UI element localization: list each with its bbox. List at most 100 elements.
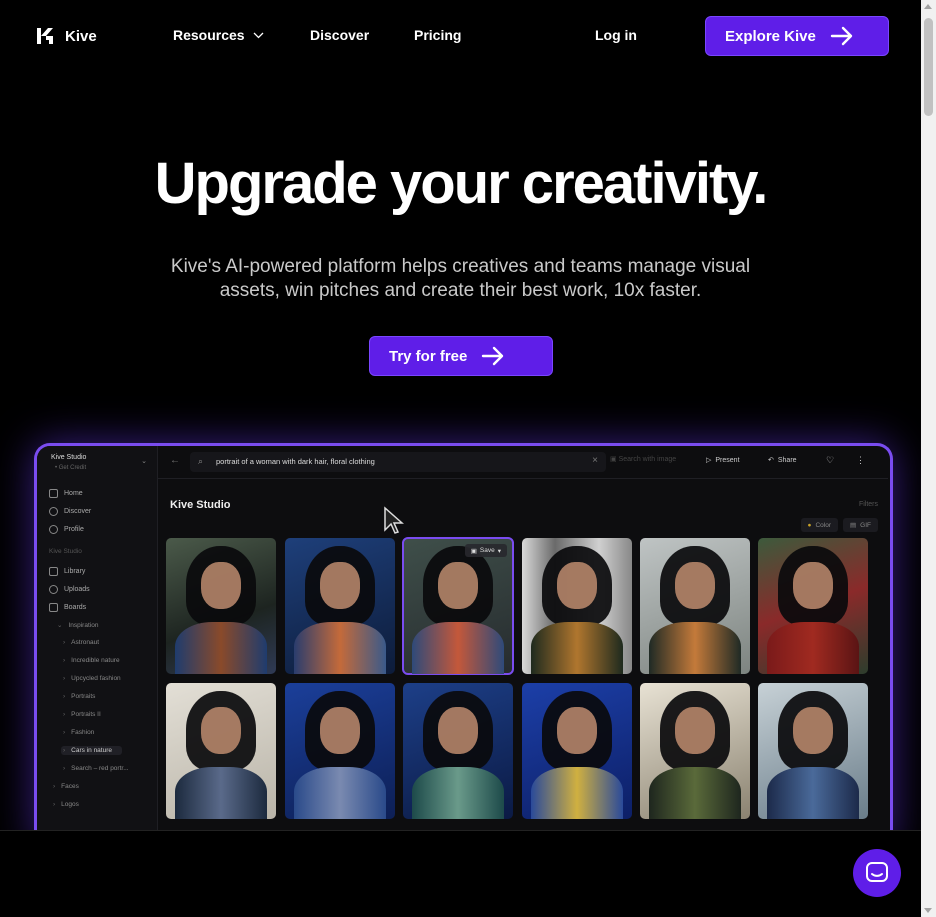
share-button[interactable]: ↶ Share (768, 456, 797, 465)
workspace-credit: • Get Credit (55, 465, 87, 471)
search-icon: ⌕ (198, 456, 204, 466)
explore-kive-button[interactable]: Explore Kive (705, 16, 889, 56)
image-card[interactable] (758, 683, 868, 819)
chevron-right-icon: › (63, 639, 66, 646)
sidebar-folder-inspiration[interactable]: ⌄ Inspiration (57, 621, 99, 630)
login-link[interactable]: Log in (595, 27, 637, 43)
image-card-selected[interactable]: ▣ Save ▾ (402, 537, 514, 675)
image-search-button[interactable]: ▣ Search with image (610, 455, 676, 463)
close-icon[interactable]: × (592, 455, 598, 466)
top-nav: Kive Resources Discover Pricing Log in E… (0, 0, 921, 72)
sidebar-board-item[interactable]: › Search – red portr... (63, 765, 129, 772)
search-input[interactable]: ⌕ portrait of a woman with dark hair, fl… (190, 452, 606, 472)
play-icon: ▷ (706, 457, 712, 464)
more-icon[interactable]: ⋮ (856, 455, 865, 466)
page-scrollbar[interactable] (921, 0, 936, 917)
image-card[interactable] (403, 683, 513, 819)
sidebar-item-label: Inspiration (68, 621, 99, 629)
sidebar-board-item[interactable]: › Fashion (63, 729, 94, 736)
mouse-cursor-icon (384, 506, 404, 534)
image-card[interactable] (640, 538, 750, 674)
nav-pricing[interactable]: Pricing (414, 27, 461, 43)
sidebar-board-item[interactable]: › Upcycled fashion (63, 675, 121, 682)
brand[interactable]: Kive (36, 27, 97, 45)
search-query: portrait of a woman with dark hair, flor… (216, 457, 375, 466)
sidebar-item-boards[interactable]: Boards (49, 603, 86, 612)
share-icon: ↶ (768, 457, 774, 464)
sidebar-item-label: Boards (64, 604, 87, 611)
filters-button[interactable]: Filters (859, 501, 878, 508)
color-filter-chip[interactable]: ● Color (800, 518, 838, 532)
explore-kive-label: Explore Kive (725, 27, 816, 45)
gif-filter-chip[interactable]: ▤ GIF (843, 518, 878, 532)
chevron-right-icon: › (63, 657, 66, 664)
image-card[interactable] (522, 538, 632, 674)
image-card[interactable] (522, 683, 632, 819)
image-search-label: Search with image (618, 456, 677, 463)
sidebar-item-label: Library (64, 568, 86, 575)
try-for-free-button[interactable]: Try for free (369, 336, 553, 376)
user-icon (49, 525, 58, 534)
chevron-down-icon (253, 32, 264, 38)
scroll-up-icon[interactable] (924, 4, 932, 9)
sidebar-item-discover[interactable]: Discover (49, 507, 91, 516)
sidebar-board-item[interactable]: › Portraits II (63, 711, 101, 718)
arrow-right-icon (482, 346, 504, 366)
sidebar-item-library[interactable]: Library (49, 567, 85, 576)
chevron-right-icon: › (63, 747, 66, 754)
chevron-right-icon: › (53, 783, 56, 790)
image-card[interactable] (166, 683, 276, 819)
sidebar-item-logos[interactable]: › Logos (53, 801, 79, 808)
sidebar-item-label: Profile (64, 526, 84, 533)
sidebar-board-item[interactable]: › Portraits (63, 693, 95, 700)
image-card[interactable] (640, 683, 750, 819)
sidebar-item-home[interactable]: Home (49, 489, 83, 498)
sidebar-item-label: Faces (61, 783, 79, 790)
nav-resources-label: Resources (173, 27, 245, 43)
page-footer-strip (0, 830, 921, 917)
save-button[interactable]: ▣ Save ▾ (464, 544, 507, 557)
sidebar-board-item[interactable]: › Astronaut (63, 639, 99, 646)
upload-icon (49, 585, 58, 594)
page: Kive Resources Discover Pricing Log in E… (0, 0, 921, 917)
present-label: Present (715, 456, 740, 464)
gif-icon: ▤ (850, 522, 857, 529)
sidebar-item-label: Logos (61, 801, 79, 808)
back-arrow-icon[interactable]: ← (170, 455, 180, 466)
sidebar-board-item[interactable]: › Incredible nature (63, 657, 120, 664)
app-topbar: ← ⌕ portrait of a woman with dark hair, … (158, 446, 888, 479)
present-button[interactable]: ▷ Present (706, 456, 740, 465)
chevron-right-icon: › (63, 729, 66, 736)
save-icon: ▣ (470, 547, 477, 555)
scrollbar-thumb[interactable] (924, 18, 933, 116)
chevron-down-icon: ▾ (497, 547, 501, 555)
arrow-right-icon (830, 26, 853, 46)
home-icon (49, 489, 58, 498)
image-card[interactable] (285, 683, 395, 819)
image-card[interactable] (285, 538, 395, 674)
heart-icon[interactable]: ♡ (826, 455, 834, 466)
save-label: Save (479, 547, 495, 554)
compass-icon (49, 507, 58, 516)
hero-subtitle: Kive's AI-powered platform helps creativ… (170, 256, 751, 301)
nav-discover[interactable]: Discover (310, 27, 369, 43)
board-title: Kive Studio (170, 499, 231, 511)
sidebar-item-label: Portraits (71, 693, 96, 700)
scroll-down-icon[interactable] (924, 908, 932, 913)
sidebar-item-label: Upcycled fashion (71, 675, 121, 682)
sidebar-item-profile[interactable]: Profile (49, 525, 84, 534)
sidebar-item-label: Astronaut (71, 639, 99, 646)
palette-icon: ● (807, 521, 812, 529)
sidebar-item-label: Discover (64, 508, 92, 515)
sidebar-item-faces[interactable]: › Faces (53, 783, 79, 790)
grid-icon (49, 603, 58, 612)
chevron-right-icon: › (63, 675, 66, 682)
try-for-free-label: Try for free (389, 347, 468, 365)
image-card[interactable] (758, 538, 868, 674)
image-card[interactable] (166, 538, 276, 674)
chat-launcher-button[interactable] (853, 849, 901, 897)
sidebar-board-item-active[interactable]: › Cars in nature (61, 746, 122, 755)
sidebar-item-uploads[interactable]: Uploads (49, 585, 90, 594)
chevron-right-icon: › (63, 693, 66, 700)
nav-resources[interactable]: Resources (173, 27, 264, 43)
